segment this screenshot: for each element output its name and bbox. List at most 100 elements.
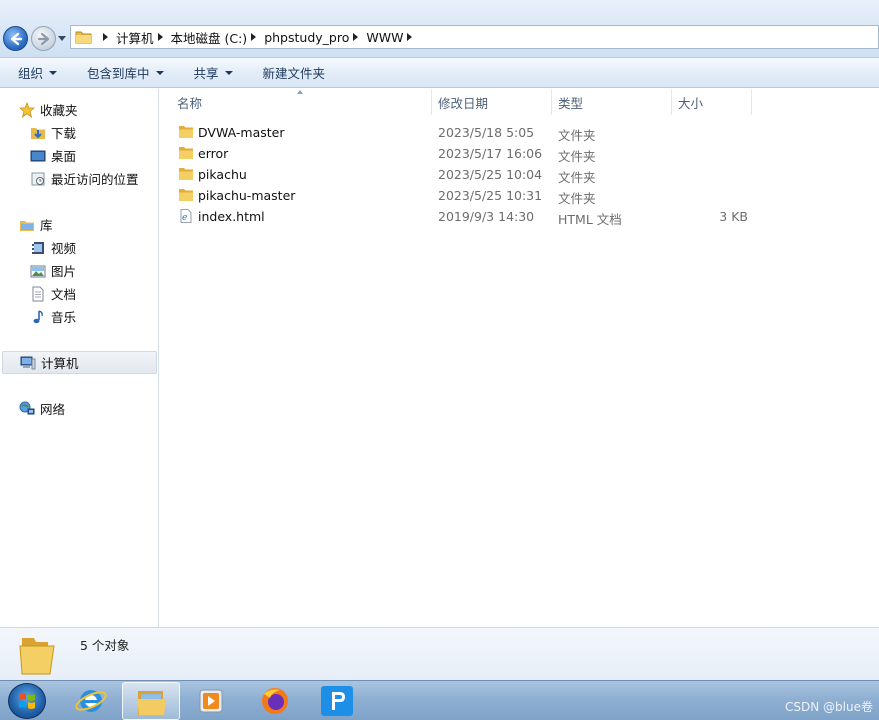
taskbar-media-player[interactable] bbox=[184, 682, 242, 720]
folder-icon bbox=[179, 147, 193, 159]
file-type: 文件夹 bbox=[558, 128, 596, 143]
file-row[interactable]: DVWA-master 2023/5/18 5:05 文件夹 bbox=[176, 122, 756, 143]
nav-item-downloads[interactable]: 下载 bbox=[30, 123, 76, 142]
column-header-type[interactable]: 类型 bbox=[552, 89, 672, 115]
nav-item-music[interactable]: 音乐 bbox=[30, 307, 76, 326]
desktop-icon bbox=[30, 148, 46, 164]
include-in-library-button[interactable]: 包含到库中 bbox=[87, 63, 164, 82]
column-header-date[interactable]: 修改日期 bbox=[432, 89, 552, 115]
arrow-right-icon bbox=[37, 32, 50, 46]
nav-item-favorites[interactable]: 收藏夹 bbox=[18, 100, 78, 119]
item-count: 5 个对象 bbox=[80, 638, 130, 653]
star-icon bbox=[18, 101, 36, 118]
breadcrumb-separator[interactable] bbox=[157, 33, 163, 41]
recent-places-icon bbox=[30, 171, 46, 187]
organize-button[interactable]: 组织 bbox=[18, 63, 58, 82]
watermark: CSDN @blue卷 bbox=[785, 700, 873, 714]
taskbar-internet-explorer[interactable] bbox=[62, 682, 120, 720]
file-date: 2023/5/25 10:04 bbox=[438, 167, 543, 182]
chevron-down-icon bbox=[155, 70, 164, 75]
taskbar-file-explorer[interactable] bbox=[122, 682, 180, 720]
new-folder-label: 新建文件夹 bbox=[262, 66, 326, 81]
navigation-pane: 收藏夹 下载 桌面 最近访问的位置 库 视频 图片 文档 音乐 计算机 网络 bbox=[0, 89, 159, 627]
column-label: 修改日期 bbox=[438, 95, 489, 111]
breadcrumb-local-disk[interactable]: 本地磁盘 (C:) bbox=[171, 28, 248, 47]
breadcrumb-separator[interactable] bbox=[407, 33, 413, 41]
nav-label: 视频 bbox=[51, 241, 77, 256]
start-button[interactable] bbox=[8, 683, 46, 719]
back-button[interactable] bbox=[3, 26, 28, 51]
file-name: pikachu bbox=[198, 167, 247, 182]
download-folder-icon bbox=[30, 125, 46, 141]
svg-text:e: e bbox=[182, 213, 187, 223]
folder-icon bbox=[19, 638, 55, 675]
breadcrumb-separator[interactable] bbox=[251, 33, 257, 41]
nav-item-network[interactable]: 网络 bbox=[19, 399, 65, 418]
column-header-name[interactable]: 名称 bbox=[160, 89, 432, 115]
file-row[interactable]: pikachu 2023/5/25 10:04 文件夹 bbox=[176, 164, 756, 185]
file-date: 2019/9/3 14:30 bbox=[438, 209, 535, 224]
share-label: 共享 bbox=[193, 66, 219, 81]
firefox-icon bbox=[262, 688, 288, 714]
nav-label: 图片 bbox=[51, 264, 77, 279]
nav-label: 网络 bbox=[40, 402, 66, 417]
nav-label: 收藏夹 bbox=[40, 103, 78, 118]
file-type: 文件夹 bbox=[558, 170, 596, 185]
nav-item-libraries[interactable]: 库 bbox=[19, 215, 53, 234]
file-type: 文件夹 bbox=[558, 191, 596, 206]
file-name: DVWA-master bbox=[198, 125, 285, 140]
include-label: 包含到库中 bbox=[87, 66, 150, 81]
taskbar-phpstudy[interactable] bbox=[308, 682, 366, 720]
nav-item-pictures[interactable]: 图片 bbox=[30, 261, 76, 280]
phpstudy-icon bbox=[321, 686, 353, 716]
windows-logo-icon bbox=[19, 693, 35, 709]
computer-icon bbox=[20, 355, 36, 371]
file-name: pikachu-master bbox=[198, 188, 296, 203]
nav-item-videos[interactable]: 视频 bbox=[30, 238, 76, 257]
nav-item-desktop[interactable]: 桌面 bbox=[30, 146, 76, 165]
nav-item-recent[interactable]: 最近访问的位置 bbox=[30, 169, 139, 188]
file-date: 2023/5/18 5:05 bbox=[438, 125, 535, 140]
library-icon bbox=[19, 217, 35, 233]
file-row[interactable]: e index.html 2019/9/3 14:30 HTML 文档 3 KB bbox=[176, 206, 756, 227]
column-label: 类型 bbox=[558, 95, 584, 111]
folder-icon bbox=[179, 189, 193, 201]
breadcrumb-computer[interactable]: 计算机 bbox=[116, 28, 154, 47]
internet-explorer-icon bbox=[75, 690, 107, 712]
file-date: 2023/5/17 16:06 bbox=[438, 146, 543, 161]
column-label: 名称 bbox=[177, 95, 203, 111]
recent-pages-dropdown[interactable] bbox=[58, 36, 66, 41]
taskbar-firefox[interactable] bbox=[246, 682, 304, 720]
breadcrumb-phpstudy[interactable]: phpstudy_pro bbox=[264, 30, 349, 45]
file-row[interactable]: pikachu-master 2023/5/25 10:31 文件夹 bbox=[176, 185, 756, 206]
nav-label: 文档 bbox=[51, 287, 77, 302]
breadcrumb-separator[interactable] bbox=[353, 33, 359, 41]
nav-item-documents[interactable]: 文档 bbox=[30, 284, 76, 303]
media-player-icon bbox=[199, 689, 223, 713]
nav-label: 下载 bbox=[51, 126, 77, 141]
file-date: 2023/5/25 10:31 bbox=[438, 188, 543, 203]
nav-label: 计算机 bbox=[41, 356, 79, 371]
file-name: error bbox=[198, 146, 229, 161]
folder-icon bbox=[179, 126, 193, 138]
video-icon bbox=[30, 240, 46, 256]
nav-label: 最近访问的位置 bbox=[51, 172, 139, 187]
file-name: index.html bbox=[198, 209, 265, 224]
folder-icon bbox=[75, 29, 93, 45]
sort-ascending-icon bbox=[297, 90, 303, 94]
nav-label: 桌面 bbox=[51, 149, 77, 164]
command-toolbar: 组织 包含到库中 共享 新建文件夹 bbox=[0, 58, 879, 88]
folder-icon bbox=[179, 168, 193, 180]
column-header-size[interactable]: 大小 bbox=[672, 89, 752, 115]
nav-item-computer[interactable]: 计算机 bbox=[2, 351, 157, 374]
taskbar: CSDN @blue卷 bbox=[0, 680, 879, 720]
details-pane: 5 个对象 bbox=[0, 627, 879, 680]
breadcrumb-separator[interactable] bbox=[103, 33, 108, 41]
file-row[interactable]: error 2023/5/17 16:06 文件夹 bbox=[176, 143, 756, 164]
file-type: 文件夹 bbox=[558, 149, 596, 164]
forward-button[interactable] bbox=[31, 26, 56, 51]
new-folder-button[interactable]: 新建文件夹 bbox=[263, 63, 326, 82]
address-bar[interactable]: 计算机 本地磁盘 (C:) phpstudy_pro WWW bbox=[70, 25, 879, 49]
breadcrumb-www[interactable]: WWW bbox=[366, 30, 403, 45]
share-button[interactable]: 共享 bbox=[194, 63, 233, 82]
